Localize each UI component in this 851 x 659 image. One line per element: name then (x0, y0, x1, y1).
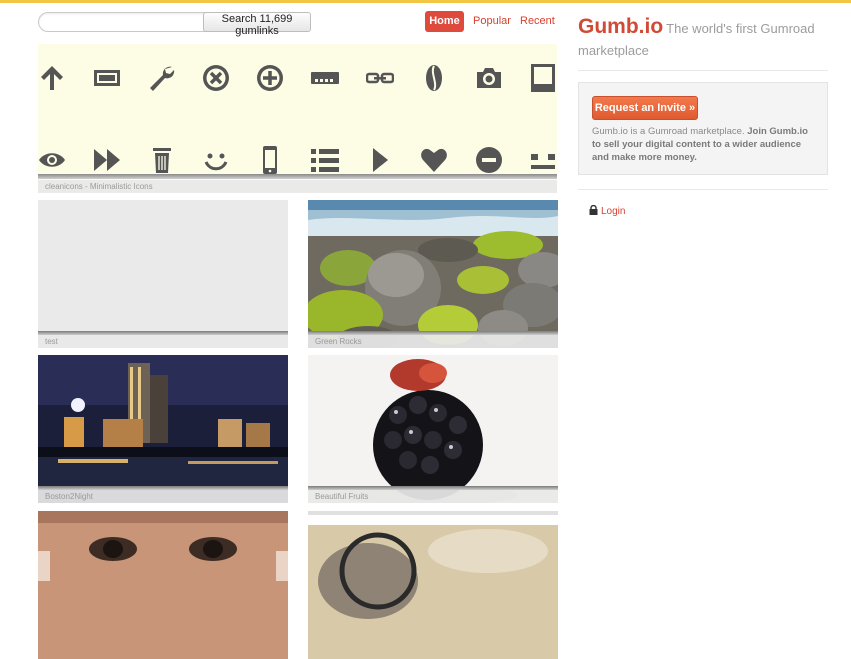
invite-description: Gumb.io is a Gumroad marketplace. Join G… (592, 125, 814, 164)
list-icon (311, 146, 339, 174)
brand-header: Gumb.io The world's first Gumroad marketp… (578, 16, 828, 62)
circle-x-icon (202, 64, 230, 92)
product-card-green-rocks[interactable]: Green Rocks (308, 200, 558, 348)
phone-icon (256, 146, 284, 174)
nav-popular[interactable]: Popular (473, 11, 511, 32)
card-shadow (38, 174, 557, 179)
boston-night-photo (38, 355, 288, 503)
nav-home[interactable]: Home (425, 11, 464, 32)
more-icon (311, 64, 339, 92)
divider (578, 70, 828, 71)
lock-icon (589, 204, 598, 215)
search-input[interactable] (38, 12, 216, 32)
baby-face-photo (38, 511, 288, 659)
card-caption: test (38, 335, 288, 348)
green-rocks-photo (308, 200, 558, 348)
play-icon (366, 146, 394, 174)
magnifier-photo (308, 511, 558, 659)
top-accent-line (0, 0, 851, 3)
heart-icon (420, 146, 448, 174)
brand-logo[interactable]: Gumb.io (578, 15, 663, 38)
product-card-test[interactable]: test (38, 200, 288, 348)
circle-minus-icon (475, 146, 503, 174)
coffee-bean-icon (420, 64, 448, 92)
login-link[interactable]: Login (589, 204, 625, 218)
product-card-magnifier[interactable] (308, 511, 558, 659)
battery-icon (93, 64, 121, 92)
login-label[interactable]: Login (601, 206, 625, 217)
invite-panel: Request an Invite » Gumb.io is a Gumroad… (578, 82, 828, 175)
arrow-up-icon (38, 64, 66, 92)
card-caption: Beautiful Fruits (308, 490, 558, 503)
eye-icon (38, 146, 66, 174)
product-card-beautiful-fruits[interactable]: Beautiful Fruits (308, 355, 558, 503)
request-invite-button[interactable]: Request an Invite » (592, 96, 698, 120)
featured-product[interactable]: cleanicons - Minimalistic Icons (38, 44, 557, 193)
search-button[interactable]: Search 11,699 gumlinks (203, 12, 311, 37)
divider (578, 189, 828, 190)
invite-text-plain: Gumb.io is a Gumroad marketplace. (592, 126, 748, 137)
tablet-icon (529, 64, 557, 92)
neutral-face-icon (529, 146, 557, 174)
card-caption: cleanicons - Minimalistic Icons (38, 180, 557, 193)
fast-forward-icon (93, 146, 121, 174)
blackberry-photo (308, 355, 558, 503)
smile-icon (202, 146, 230, 174)
wrench-icon (148, 64, 176, 92)
card-caption: Boston2Night (38, 490, 288, 503)
product-card-baby[interactable] (38, 511, 288, 659)
camera-icon (475, 64, 503, 92)
product-card-boston-night[interactable]: Boston2Night (38, 355, 288, 503)
trash-icon (148, 146, 176, 174)
card-caption: Green Rocks (308, 335, 558, 348)
circle-plus-icon (256, 64, 284, 92)
nav-recent[interactable]: Recent (520, 11, 555, 32)
link-icon (366, 64, 394, 92)
